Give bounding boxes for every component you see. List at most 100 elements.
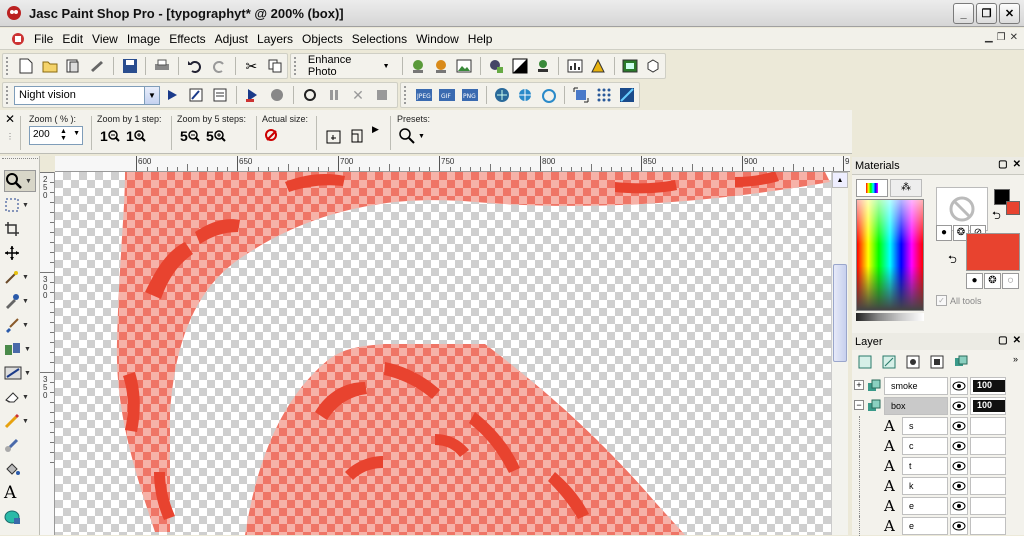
move-tool[interactable] xyxy=(4,242,36,264)
menu-help[interactable]: Help xyxy=(466,32,500,46)
picture-frame-icon[interactable] xyxy=(618,85,637,105)
layer-row[interactable]: As xyxy=(854,416,1022,436)
scan-icon[interactable] xyxy=(87,56,107,76)
gif-export-icon[interactable]: GIF xyxy=(437,85,456,105)
enhance-photo-button[interactable]: Enhance Photo ▼ xyxy=(302,54,398,78)
opacity-slider[interactable] xyxy=(970,417,1006,435)
menu-edit[interactable]: Edit xyxy=(60,32,90,46)
magic-wand-tool[interactable]: ▼ xyxy=(4,266,36,288)
run-interactive-icon[interactable] xyxy=(243,85,263,105)
menu-objects[interactable]: Objects xyxy=(300,32,350,46)
dodge-tool[interactable]: ▼ xyxy=(4,410,36,432)
dropper-tool[interactable]: ▼ xyxy=(4,290,36,312)
layer-name[interactable]: box xyxy=(884,397,948,415)
menu-effects[interactable]: Effects xyxy=(167,32,212,46)
minimize-button[interactable]: _ xyxy=(953,3,974,24)
eraser-tool[interactable]: ▼ xyxy=(4,386,36,408)
scroll-up-button[interactable]: ▲ xyxy=(832,172,848,188)
toolbar-grip[interactable] xyxy=(404,86,408,104)
swap-colors-icon[interactable]: ⮌ xyxy=(992,207,1001,226)
one-step-photo-fix-icon[interactable] xyxy=(408,56,427,76)
visibility-eye-icon[interactable] xyxy=(950,377,968,395)
palette-grip-icon[interactable]: ⋮ xyxy=(6,132,14,141)
layer-row[interactable]: + smoke 100 xyxy=(854,376,1022,396)
close-icon[interactable]: ✕ xyxy=(1013,159,1021,170)
close-icon[interactable]: ✕ xyxy=(5,112,15,126)
more-icon[interactable]: » xyxy=(1013,354,1018,364)
menu-selections[interactable]: Selections xyxy=(350,32,414,46)
layer-name[interactable]: k xyxy=(902,477,948,495)
save-icon[interactable] xyxy=(120,56,140,76)
fill-gradient-mode-icon[interactable]: ❂ xyxy=(984,273,1001,289)
layer-row[interactable]: Ae xyxy=(854,496,1022,516)
opacity-slider[interactable] xyxy=(970,497,1006,515)
fill-tool[interactable] xyxy=(4,458,36,480)
dock-icon[interactable]: ▢ xyxy=(998,335,1007,346)
print-icon[interactable] xyxy=(152,56,172,76)
selection-tool[interactable]: ▼ xyxy=(4,194,36,216)
image-canvas[interactable] xyxy=(55,172,831,535)
dock-icon[interactable]: ▢ xyxy=(998,159,1007,170)
browse-icon[interactable] xyxy=(63,56,83,76)
chevron-down-icon[interactable]: ▼ xyxy=(73,130,80,137)
zoom-in-1-button[interactable]: 1 xyxy=(100,128,120,144)
slideshow-icon[interactable] xyxy=(621,56,640,76)
landscape-photo-icon[interactable] xyxy=(455,56,474,76)
stop-icon[interactable] xyxy=(372,85,392,105)
visibility-eye-icon[interactable] xyxy=(950,497,968,515)
zoom-tool[interactable]: ▼ xyxy=(4,170,36,192)
smart-photo-fix-icon[interactable] xyxy=(432,56,451,76)
script-select[interactable]: Night vision ▼ xyxy=(14,85,160,105)
menu-layers[interactable]: Layers xyxy=(255,32,300,46)
expand-toggle[interactable]: + xyxy=(854,380,864,390)
layer-name[interactable]: s xyxy=(902,417,948,435)
copy-icon[interactable] xyxy=(265,56,285,76)
cube-icon[interactable] xyxy=(644,56,663,76)
actual-size-button[interactable] xyxy=(264,128,280,147)
swap-materials-icon[interactable]: ⮌ xyxy=(948,251,957,270)
text-tool[interactable]: A xyxy=(4,482,36,504)
clone-brush-tool[interactable]: ▼ xyxy=(4,338,36,360)
menu-view[interactable]: View xyxy=(90,32,125,46)
scroll-thumb[interactable] xyxy=(833,264,847,362)
materials-palette-title[interactable]: Materials ▢ ✕ xyxy=(852,157,1024,175)
resize-icon[interactable] xyxy=(571,85,590,105)
vertical-scrollbar[interactable]: ▲ xyxy=(831,172,848,535)
close-button[interactable]: ✕ xyxy=(999,3,1020,24)
png-export-icon[interactable]: PNG xyxy=(460,85,479,105)
opacity-slider[interactable]: 100 xyxy=(970,397,1006,415)
fit-image-button[interactable] xyxy=(350,128,366,147)
visibility-eye-icon[interactable] xyxy=(950,477,968,495)
presets-button[interactable]: ▼ xyxy=(399,128,425,144)
image-slicer-icon[interactable] xyxy=(516,85,535,105)
cancel-icon[interactable]: ✕ xyxy=(348,85,368,105)
toolbar-grip[interactable] xyxy=(6,57,10,75)
layers-palette-title[interactable]: Layer ▢ ✕ xyxy=(852,333,1024,351)
mdi-restore-icon[interactable]: ❐ xyxy=(997,32,1006,43)
zoom-in-5-button[interactable]: 5 xyxy=(180,128,200,144)
layer-name[interactable]: e xyxy=(902,517,948,535)
grid-icon[interactable] xyxy=(595,85,614,105)
stop-record-icon[interactable] xyxy=(300,85,320,105)
more-options-icon[interactable]: ▶ xyxy=(372,124,379,135)
color-balance-icon[interactable] xyxy=(588,56,607,76)
toolbar-grip[interactable] xyxy=(294,57,298,75)
layer-name[interactable]: c xyxy=(902,437,948,455)
change-to-target-tool[interactable] xyxy=(4,434,36,456)
image-mapper-icon[interactable] xyxy=(539,85,558,105)
preset-shape-tool[interactable] xyxy=(4,506,36,528)
restore-button[interactable]: ❐ xyxy=(976,3,997,24)
color-spectrum[interactable] xyxy=(856,199,924,311)
menu-image[interactable]: Image xyxy=(125,32,167,46)
all-tools-checkbox[interactable]: ✓ All tools xyxy=(936,295,982,306)
fit-window-button[interactable] xyxy=(326,128,342,147)
new-mask-layer-icon[interactable] xyxy=(904,353,922,371)
visibility-eye-icon[interactable] xyxy=(950,397,968,415)
layer-row[interactable]: Ae xyxy=(854,516,1022,536)
redo-icon[interactable] xyxy=(209,56,229,76)
cut-icon[interactable]: ✂ xyxy=(242,56,262,76)
mdi-close-icon[interactable]: ✕ xyxy=(1010,32,1018,43)
scratch-remover-tool[interactable]: ▼ xyxy=(4,362,36,384)
layer-row[interactable]: − box 100 xyxy=(854,396,1022,416)
swatches-tab-icon[interactable]: ⁂ xyxy=(890,179,922,197)
